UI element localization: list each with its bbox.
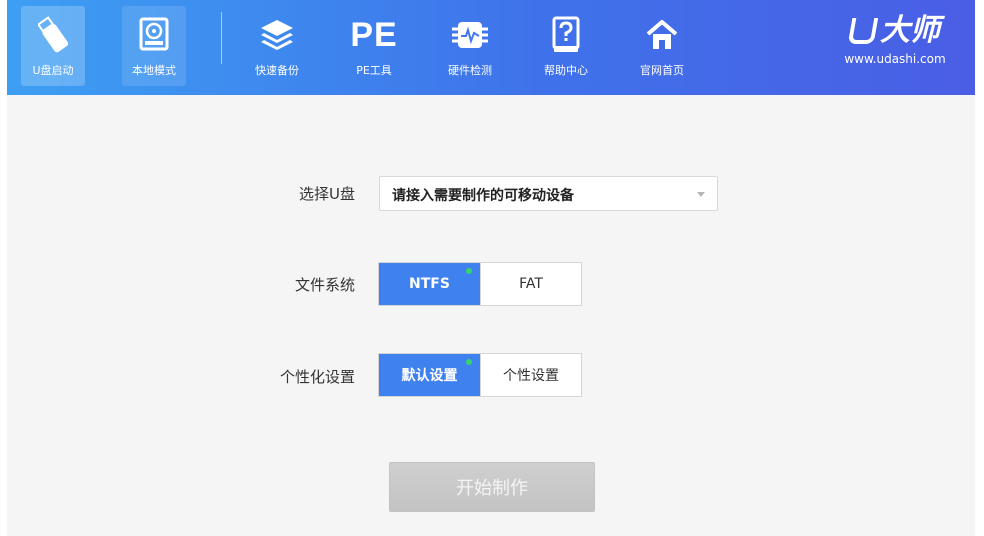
- nav-hardware-check[interactable]: 硬件检测: [438, 6, 502, 86]
- nav-official-home-label: 官网首页: [640, 64, 684, 77]
- nav-help-center-label: 帮助中心: [544, 64, 588, 77]
- usb-device-select[interactable]: 请接入需要制作的可移动设备: [379, 176, 718, 211]
- file-system-toggle: NTFS FAT: [378, 262, 582, 306]
- custom-settings-label: 个性设置: [503, 368, 559, 384]
- brand-logo: 大师 www.udashi.com: [825, 12, 965, 72]
- top-navigation-bar: U盘启动 本地模式 快速备份 PE PE工具 硬件检测 帮助中心 官网首页 大师…: [7, 0, 975, 95]
- brand-url: www.udashi.com: [844, 52, 946, 66]
- select-usb-label: 选择U盘: [299, 185, 355, 203]
- chevron-down-icon: [697, 192, 705, 197]
- brand-u-shape: [847, 18, 879, 44]
- selected-indicator-icon: [466, 359, 472, 365]
- default-settings-option[interactable]: 默认设置: [379, 354, 480, 396]
- personalization-label: 个性化设置: [279, 368, 355, 386]
- pe-icon: PE: [342, 15, 406, 55]
- nav-pe-tools-label: PE工具: [356, 64, 392, 77]
- nav-quick-backup[interactable]: 快速备份: [245, 6, 309, 86]
- personalization-toggle: 默认设置 个性设置: [378, 353, 582, 397]
- help-icon: [534, 15, 598, 55]
- nav-quick-backup-label: 快速备份: [255, 64, 299, 77]
- brand-name: 大师: [880, 13, 940, 48]
- nav-official-home[interactable]: 官网首页: [630, 6, 694, 86]
- fat-option-label: FAT: [519, 276, 543, 292]
- nav-pe-tools[interactable]: PE PE工具: [342, 6, 406, 86]
- layers-icon: [245, 15, 309, 55]
- nav-local-mode[interactable]: 本地模式: [122, 6, 186, 86]
- ntfs-option-label: NTFS: [409, 276, 450, 292]
- file-system-label: 文件系统: [294, 276, 355, 294]
- usb-device-select-value: 请接入需要制作的可移动设备: [392, 188, 574, 204]
- nav-help-center[interactable]: 帮助中心: [534, 6, 598, 86]
- chip-icon: [438, 15, 502, 55]
- selected-indicator-icon: [466, 268, 472, 274]
- app-window: U盘启动 本地模式 快速备份 PE PE工具 硬件检测 帮助中心 官网首页 大师…: [7, 0, 975, 536]
- file-system-fat-option[interactable]: FAT: [480, 263, 581, 305]
- usb-drive-icon: [21, 15, 85, 55]
- file-system-ntfs-option[interactable]: NTFS: [379, 263, 480, 305]
- brand-logo-mark: 大师: [825, 12, 965, 50]
- nav-hardware-check-label: 硬件检测: [448, 64, 492, 77]
- nav-usb-boot-label: U盘启动: [32, 64, 74, 77]
- pe-icon-text: PE: [350, 16, 398, 54]
- nav-divider: [221, 12, 222, 64]
- hard-disk-icon: [122, 15, 186, 55]
- custom-settings-option[interactable]: 个性设置: [480, 354, 581, 396]
- home-icon: [630, 15, 694, 55]
- default-settings-label: 默认设置: [401, 368, 458, 384]
- nav-local-mode-label: 本地模式: [132, 64, 176, 77]
- start-make-button[interactable]: 开始制作: [389, 462, 595, 512]
- nav-usb-boot[interactable]: U盘启动: [21, 6, 85, 86]
